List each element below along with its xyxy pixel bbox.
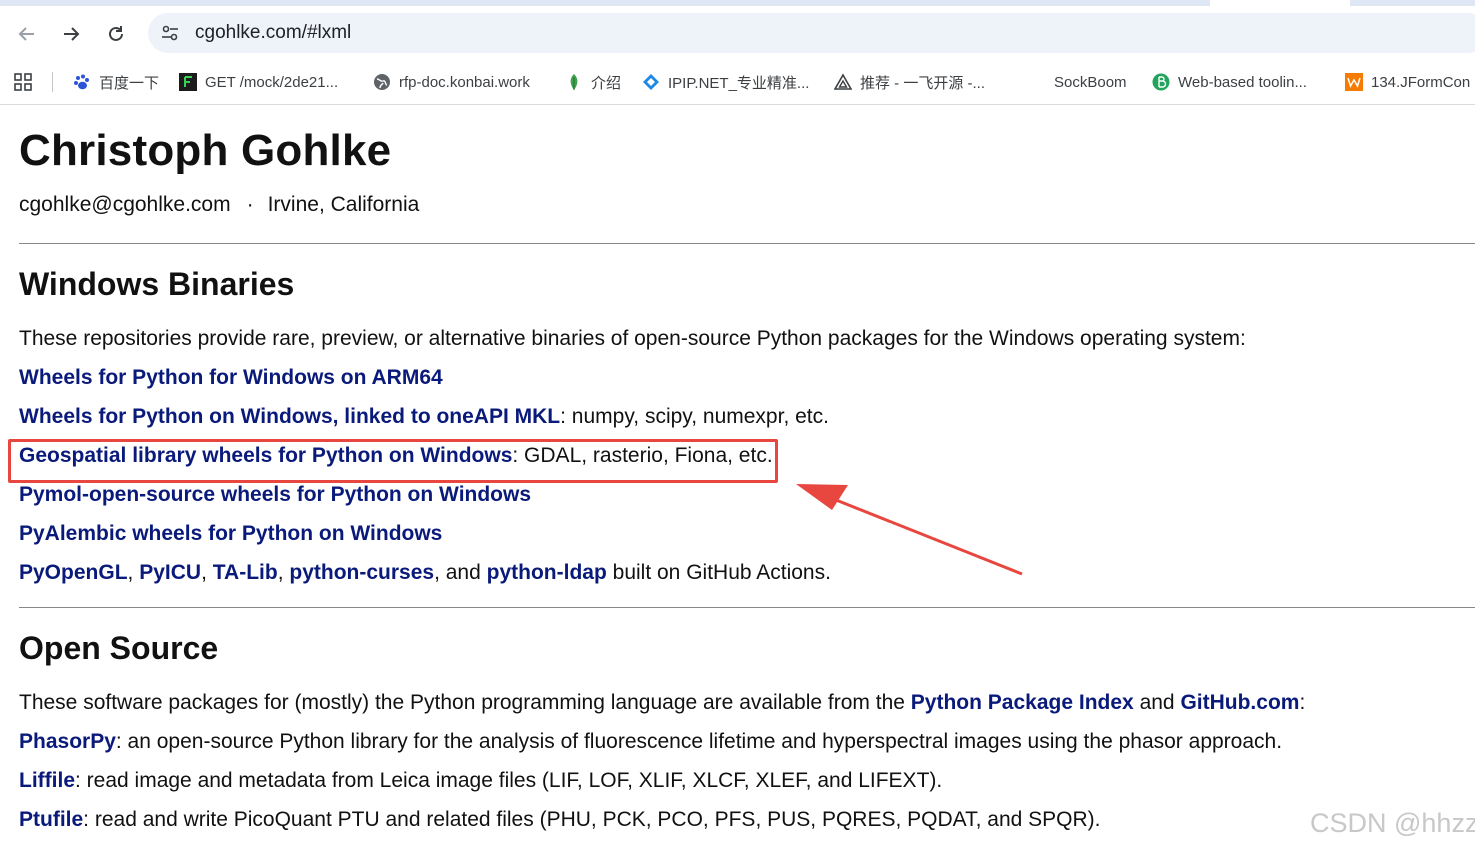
list-item: Pymol-open-source wheels for Python on W… bbox=[19, 483, 531, 507]
phasorpy-description: : an open-source Python library for the … bbox=[115, 730, 1283, 753]
bookmark-label: GET /mock/2de21... bbox=[205, 73, 339, 91]
watermark: CSDN @hhzz bbox=[1310, 808, 1475, 838]
orange-w-icon bbox=[1345, 73, 1363, 91]
and-text: , and bbox=[434, 561, 481, 584]
bookmark-label: rfp-doc.konbai.work bbox=[399, 73, 530, 91]
apps-grid-icon bbox=[14, 73, 32, 91]
list-item: Liffile: read image and metadata from Le… bbox=[19, 769, 942, 793]
reload-button[interactable] bbox=[101, 19, 131, 49]
and-text: and bbox=[1139, 691, 1175, 714]
url-text[interactable]: cgohlke.com/#lxml bbox=[195, 22, 351, 44]
divider bbox=[19, 243, 1475, 244]
bookmark-rfp-doc[interactable]: rfp-doc.konbai.work bbox=[373, 70, 530, 94]
link-pyalembic-wheels[interactable]: PyAlembic wheels for Python on Windows bbox=[19, 522, 442, 545]
section-title-open-source: Open Source bbox=[19, 630, 219, 666]
bookmark-label: 百度一下 bbox=[99, 74, 160, 92]
bookmark-baidu[interactable]: 百度一下 bbox=[73, 70, 159, 94]
forward-button[interactable] bbox=[56, 19, 86, 49]
ipip-diamond-icon bbox=[642, 73, 660, 91]
comma: , bbox=[127, 561, 134, 584]
comma: , bbox=[277, 561, 284, 584]
link-ta-lib[interactable]: TA-Lib bbox=[213, 561, 278, 584]
comma: , bbox=[201, 561, 207, 584]
link-python-curses[interactable]: python-curses bbox=[289, 561, 434, 584]
back-button[interactable] bbox=[12, 19, 42, 49]
section-title-windows-binaries: Windows Binaries bbox=[19, 266, 295, 302]
link-arm64-wheels[interactable]: Wheels for Python for Windows on ARM64 bbox=[19, 366, 443, 389]
browser-toolbar: cgohlke.com/#lxml bbox=[0, 6, 1475, 60]
bookmark-label: IPIP.NET_专业精准... bbox=[668, 74, 810, 92]
link-python-ldap[interactable]: python-ldap bbox=[487, 561, 607, 584]
green-circle-b-icon bbox=[1152, 73, 1170, 91]
site-settings-icon[interactable] bbox=[160, 23, 180, 43]
link-liffile[interactable]: Liffile bbox=[19, 769, 75, 792]
annotation-arrow-icon bbox=[796, 484, 1023, 576]
reload-icon bbox=[109, 26, 123, 41]
arrow-left-icon bbox=[18, 27, 34, 41]
list-item: Wheels for Python on Windows, linked to … bbox=[19, 405, 829, 429]
bookmark-label: 推荐 - 一飞开源 -... bbox=[860, 74, 985, 92]
link-pymol-wheels[interactable]: Pymol-open-source wheels for Python on W… bbox=[19, 483, 531, 506]
mkl-description: : numpy, scipy, numexpr, etc. bbox=[560, 405, 829, 428]
ptufile-description: : read and write PicoQuant PTU and relat… bbox=[83, 808, 1101, 831]
bookmark-label: 介绍 bbox=[591, 74, 622, 92]
bookmark-label: Web-based toolin... bbox=[1178, 73, 1307, 91]
colon: : bbox=[1299, 691, 1306, 714]
link-pyicu[interactable]: PyICU bbox=[139, 561, 201, 584]
separator-dot: · bbox=[246, 193, 254, 216]
bookmark-mock[interactable]: GET /mock/2de21... bbox=[179, 70, 338, 94]
link-github[interactable]: GitHub.com bbox=[1180, 691, 1299, 714]
page-title: Christoph Gohlke bbox=[19, 126, 392, 175]
highlight-box bbox=[8, 439, 778, 483]
bookmark-label: 134.JFormCon bbox=[1371, 73, 1471, 91]
open-source-intro: These software packages for (mostly) the… bbox=[19, 691, 1305, 715]
email-text: cgohlke@cgohlke.com bbox=[19, 193, 231, 216]
list-item: Wheels for Python for Windows on ARM64 bbox=[19, 366, 443, 390]
baidu-paw-icon bbox=[73, 73, 91, 91]
bookmark-ipip[interactable]: IPIP.NET_专业精准... bbox=[642, 70, 809, 94]
link-pyopengl[interactable]: PyOpenGL bbox=[19, 561, 128, 584]
list-item: Ptufile: read and write PicoQuant PTU an… bbox=[19, 808, 1100, 832]
link-python-package-index[interactable]: Python Package Index bbox=[911, 691, 1134, 714]
bookmark-web-tooling[interactable]: Web-based toolin... bbox=[1152, 70, 1307, 94]
link-mkl-wheels[interactable]: Wheels for Python on Windows, linked to … bbox=[19, 405, 560, 428]
contact-line: cgohlke@cgohlke.com · Irvine, California bbox=[19, 193, 419, 217]
bookmark-feiyi[interactable]: 推荐 - 一飞开源 -... bbox=[834, 70, 985, 94]
address-bar[interactable]: cgohlke.com/#lxml bbox=[148, 13, 1475, 53]
triangle-logo-icon bbox=[834, 73, 852, 91]
bookmark-sockboom[interactable]: SockBoom bbox=[1054, 70, 1127, 94]
location-text: Irvine, California bbox=[267, 193, 420, 216]
intro-text: These software packages for (mostly) the… bbox=[19, 691, 905, 714]
bookmarks-separator bbox=[52, 72, 53, 92]
bookmark-label: SockBoom bbox=[1054, 73, 1127, 91]
bookmark-jformcon[interactable]: 134.JFormCon bbox=[1345, 70, 1470, 94]
divider bbox=[19, 607, 1475, 608]
bookmarks-bar: 百度一下 GET /mock/2de21... rfp-doc.konbai.w… bbox=[0, 60, 1475, 105]
arrow-right-icon bbox=[64, 27, 80, 41]
liffile-description: : read image and metadata from Leica ima… bbox=[75, 769, 943, 792]
leaf-icon bbox=[565, 73, 583, 91]
list-item: PhasorPy: an open-source Python library … bbox=[19, 730, 1282, 754]
link-phasorpy[interactable]: PhasorPy bbox=[19, 730, 116, 753]
link-ptufile[interactable]: Ptufile bbox=[19, 808, 83, 831]
bookmark-intro[interactable]: 介绍 bbox=[565, 70, 621, 94]
list-item: PyAlembic wheels for Python on Windows bbox=[19, 522, 442, 546]
f-logo-icon bbox=[179, 73, 197, 91]
list-item: PyOpenGL, PyICU, TA-Lib, python-curses, … bbox=[19, 561, 831, 585]
globe-icon bbox=[373, 73, 391, 91]
windows-intro: These repositories provide rare, preview… bbox=[19, 327, 1246, 350]
apps-button[interactable] bbox=[14, 70, 32, 94]
